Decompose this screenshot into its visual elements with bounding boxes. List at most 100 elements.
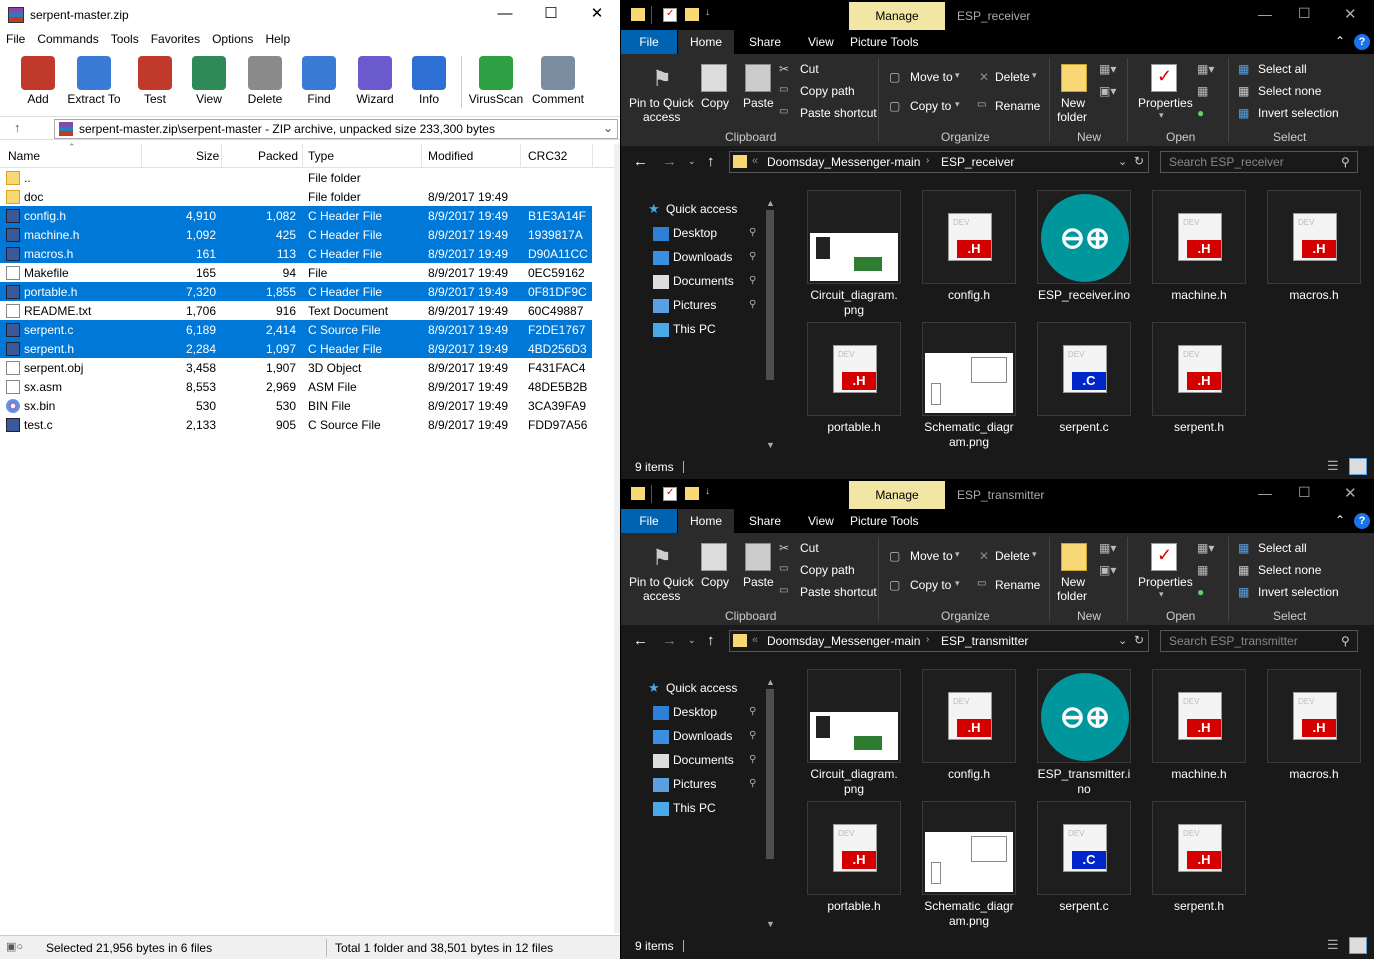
details-view-icon[interactable]: ☰ bbox=[1327, 458, 1339, 474]
nav-documents[interactable]: Documents bbox=[673, 753, 734, 767]
tab-share[interactable]: Share bbox=[739, 30, 791, 54]
back-arrow-icon[interactable]: ← bbox=[633, 632, 648, 649]
file-tile[interactable]: Schematic_diagr am.png bbox=[913, 801, 1025, 929]
file-tile[interactable]: DEV .H machine.h bbox=[1143, 190, 1255, 303]
breadcrumb-root[interactable]: Doomsday_Messenger-main bbox=[767, 155, 920, 169]
nav-quick-access[interactable]: Quick access bbox=[666, 202, 737, 216]
toolbar-add-archive-button[interactable]: Add bbox=[10, 52, 66, 112]
nav-pictures[interactable]: Pictures bbox=[673, 298, 716, 312]
menu-favorites[interactable]: Favorites bbox=[145, 30, 206, 46]
breadcrumb-root[interactable]: Doomsday_Messenger-main bbox=[767, 634, 920, 648]
file-tile[interactable]: DEV .C serpent.c bbox=[1028, 322, 1140, 435]
pin-quick-access-button[interactable]: Pin to Quick bbox=[629, 575, 694, 589]
minimize-button[interactable]: — bbox=[482, 0, 528, 30]
large-icons-view-icon[interactable] bbox=[1349, 458, 1367, 475]
paste-button[interactable]: Paste bbox=[743, 575, 774, 589]
delete-button[interactable]: Delete bbox=[995, 549, 1030, 563]
table-row[interactable]: doc File folder 8/9/2017 19:49 bbox=[0, 187, 592, 206]
minimize-button[interactable]: — bbox=[1258, 485, 1272, 501]
nav-this-pc[interactable]: This PC bbox=[673, 801, 716, 815]
col-packed[interactable]: Packed bbox=[258, 149, 298, 163]
table-row[interactable]: sx.asm 8,553 2,969 ASM File 8/9/2017 19:49 48… bbox=[0, 377, 592, 396]
maximize-button[interactable]: ☐ bbox=[528, 0, 574, 30]
table-row[interactable]: config.h 4,910 1,082 C Header File 8/9/2017 … bbox=[0, 206, 592, 225]
file-tile[interactable]: Circuit_diagram. png bbox=[798, 190, 910, 318]
toolbar-magic-wand-button[interactable]: Wizard bbox=[347, 52, 403, 112]
table-row[interactable]: macros.h 161 113 C Header File 8/9/2017 19:4… bbox=[0, 244, 592, 263]
search-input[interactable]: Search ESP_transmitter bbox=[1160, 630, 1358, 652]
toolbar-virus-scan-button[interactable]: VirusScan bbox=[468, 52, 524, 112]
file-tile[interactable]: DEV .H config.h bbox=[913, 669, 1025, 782]
collapse-ribbon-icon[interactable]: ⌃ bbox=[1335, 34, 1345, 48]
toolbar-trash-button[interactable]: Delete bbox=[237, 52, 293, 112]
up-arrow-icon[interactable]: ↑ bbox=[14, 120, 21, 135]
tab-view[interactable]: View bbox=[798, 30, 844, 54]
help-icon[interactable]: ? bbox=[1354, 34, 1370, 50]
table-row[interactable]: serpent.obj 3,458 1,907 3D Object 8/9/2017 1… bbox=[0, 358, 592, 377]
toolbar-extract-folder-button[interactable]: Extract To bbox=[66, 52, 122, 112]
paste-shortcut-button[interactable]: Paste shortcut bbox=[800, 585, 877, 599]
new-folder-quick-icon[interactable] bbox=[685, 487, 699, 500]
new-item-icon[interactable]: ▦▾ bbox=[1099, 62, 1116, 76]
easy-access-icon[interactable]: ▣▾ bbox=[1099, 563, 1116, 577]
nav-this-pc[interactable]: This PC bbox=[673, 322, 716, 336]
file-tile[interactable]: DEV .H machine.h bbox=[1143, 669, 1255, 782]
nav-scrollbar[interactable]: ▲ ▼ bbox=[764, 677, 776, 932]
table-row[interactable]: serpent.c 6,189 2,414 C Source File 8/9/2017… bbox=[0, 320, 592, 339]
nav-desktop[interactable]: Desktop bbox=[673, 226, 717, 240]
search-icon[interactable]: ⚲ bbox=[1341, 634, 1350, 648]
rename-button[interactable]: Rename bbox=[995, 578, 1040, 592]
col-size[interactable]: Size bbox=[196, 149, 219, 163]
tab-view[interactable]: View bbox=[798, 509, 844, 533]
cut-button[interactable]: Cut bbox=[800, 62, 819, 76]
file-tile[interactable]: Circuit_diagram. png bbox=[798, 669, 910, 797]
qat-dropdown-icon[interactable]: ↓ bbox=[705, 7, 710, 18]
close-button[interactable]: ✕ bbox=[1344, 5, 1357, 23]
toolbar-comment-button[interactable]: Comment bbox=[530, 52, 586, 112]
table-row[interactable]: sx.bin 530 530 BIN File 8/9/2017 19:49 3CA39F… bbox=[0, 396, 592, 415]
vertical-scrollbar[interactable] bbox=[614, 144, 620, 933]
tab-share[interactable]: Share bbox=[739, 509, 791, 533]
maximize-button[interactable]: ☐ bbox=[1298, 5, 1311, 22]
search-input[interactable]: Search ESP_receiver bbox=[1160, 151, 1358, 173]
large-icons-view-icon[interactable] bbox=[1349, 937, 1367, 954]
tab-manage[interactable]: Manage bbox=[849, 481, 945, 509]
history-icon[interactable]: ● bbox=[1197, 106, 1204, 120]
file-tile[interactable]: DEV .H config.h bbox=[913, 190, 1025, 303]
breadcrumb-current[interactable]: ESP_transmitter bbox=[941, 634, 1028, 648]
copy-to-button[interactable]: Copy to bbox=[910, 99, 951, 113]
tab-file[interactable]: File bbox=[621, 509, 677, 533]
file-tile[interactable]: DEV .H macros.h bbox=[1258, 190, 1370, 303]
col-name[interactable]: Name bbox=[8, 149, 40, 163]
nav-downloads[interactable]: Downloads bbox=[673, 250, 732, 264]
minimize-button[interactable]: — bbox=[1258, 6, 1272, 22]
title-bar[interactable]: ✓ ↓ Manage ESP_receiver — ☐ ✕ bbox=[621, 0, 1374, 30]
cut-button[interactable]: Cut bbox=[800, 541, 819, 555]
nav-desktop[interactable]: Desktop bbox=[673, 705, 717, 719]
file-tile[interactable]: DEV .C serpent.c bbox=[1028, 801, 1140, 914]
chevron-down-icon[interactable]: ⌄ bbox=[603, 121, 613, 135]
chevron-right-icon[interactable]: › bbox=[926, 634, 929, 645]
invert-selection-button[interactable]: Invert selection bbox=[1258, 585, 1339, 599]
properties-button[interactable]: Properties bbox=[1138, 575, 1193, 589]
recent-dropdown-icon[interactable]: ⌄ bbox=[688, 635, 696, 646]
col-type[interactable]: Type bbox=[308, 149, 334, 163]
open-icon[interactable]: ▦▾ bbox=[1197, 62, 1214, 76]
properties-quick-icon[interactable]: ✓ bbox=[663, 487, 677, 501]
table-row[interactable]: .. File folder bbox=[0, 168, 592, 187]
back-arrow-icon[interactable]: ← bbox=[633, 153, 648, 170]
tab-picture-tools[interactable]: Picture Tools bbox=[840, 30, 928, 54]
file-tile[interactable]: DEV .H portable.h bbox=[798, 801, 910, 914]
refresh-icon[interactable]: ↻ bbox=[1134, 633, 1144, 647]
select-all-button[interactable]: Select all bbox=[1258, 62, 1307, 76]
close-button[interactable]: ✕ bbox=[574, 0, 620, 30]
title-bar[interactable]: ✓ ↓ Manage ESP_transmitter — ☐ ✕ bbox=[621, 479, 1374, 509]
edit-icon[interactable]: ▦ bbox=[1197, 563, 1208, 577]
new-folder-quick-icon[interactable] bbox=[685, 8, 699, 21]
select-none-button[interactable]: Select none bbox=[1258, 563, 1321, 577]
nav-downloads[interactable]: Downloads bbox=[673, 729, 732, 743]
file-tile[interactable]: DEV .H portable.h bbox=[798, 322, 910, 435]
breadcrumb[interactable]: « Doomsday_Messenger-main › ESP_transmitter… bbox=[729, 630, 1149, 652]
properties-button[interactable]: Properties bbox=[1138, 96, 1193, 110]
easy-access-icon[interactable]: ▣▾ bbox=[1099, 84, 1116, 98]
